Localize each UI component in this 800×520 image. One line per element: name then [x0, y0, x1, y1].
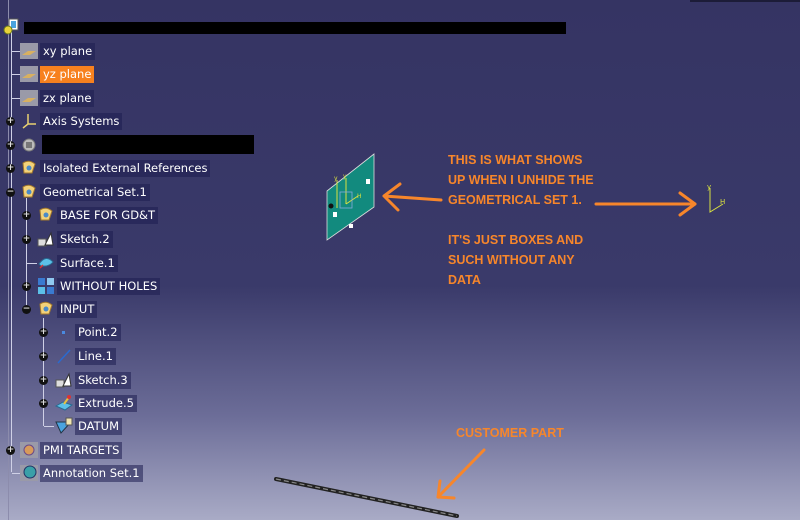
tree-item-xy-plane[interactable]: xy plane [20, 42, 96, 60]
tree-line [27, 263, 37, 264]
body-icon [22, 138, 36, 152]
tree-item-label: Axis Systems [40, 112, 123, 130]
plane-icon [20, 43, 38, 59]
tree-item-label: Sketch.3 [75, 371, 131, 389]
expand-icon[interactable]: + [22, 211, 31, 220]
note-line: UP WHEN I UNHIDE THE [448, 173, 594, 187]
tree-item-label: Geometrical Set.1 [40, 183, 150, 201]
note-line: DATA [448, 273, 481, 287]
axis-label-y: y [343, 173, 347, 180]
tree-item-base-for-gdt[interactable]: BASE FOR GD&T [37, 206, 159, 224]
tree-item-point-2[interactable]: Point.2 [55, 323, 121, 341]
plane-marker [349, 224, 353, 228]
tree-item-label: Isolated External References [40, 159, 211, 177]
expand-icon[interactable]: + [39, 376, 48, 385]
customer-part-geometry[interactable] [270, 470, 470, 520]
redacted-part-name [24, 22, 566, 34]
pmi-icon [20, 442, 38, 458]
expand-icon[interactable]: + [39, 328, 48, 337]
tree-item-zx-plane[interactable]: zx plane [20, 89, 95, 107]
plane-icon [20, 90, 38, 106]
expand-icon[interactable]: + [6, 141, 15, 150]
note-line: IT'S JUST BOXES AND [448, 233, 584, 247]
point-icon [62, 331, 65, 334]
annotation-note-customer-part: CUSTOMER PART [456, 426, 564, 440]
tree-item-datum[interactable]: DATUM [55, 417, 122, 435]
collapse-icon[interactable]: − [22, 305, 31, 314]
annotation-set-icon [20, 465, 38, 481]
geometrical-set-icon [39, 207, 53, 221]
sketch-icon [37, 231, 54, 247]
expand-icon[interactable]: + [39, 399, 48, 408]
extrude-icon [55, 395, 73, 411]
tree-item-label: Line.1 [75, 347, 116, 365]
tree-item-without-holes[interactable]: WITHOUT HOLES [37, 277, 161, 295]
axis-label-h: H [357, 193, 362, 200]
geometrical-set-icon [22, 160, 36, 174]
annotation-note-2: IT'S JUST BOXES AND SUCH WITHOUT ANY DAT… [448, 230, 583, 290]
origin-handle [328, 203, 334, 209]
tree-item-geometrical-set-1[interactable]: Geometrical Set.1 [20, 183, 150, 201]
axis-system-geometry[interactable]: y H [703, 182, 729, 216]
axis-label-h: H [720, 198, 725, 206]
expand-icon[interactable]: + [39, 352, 48, 361]
axis-label-y: y [334, 175, 338, 182]
tree-root[interactable] [2, 18, 22, 36]
tree-item-label: DATUM [75, 417, 122, 435]
tree-item-label: Surface.1 [57, 254, 118, 272]
redacted-body-name [42, 135, 254, 154]
tree-item-label: zx plane [40, 89, 95, 107]
note-line: THIS IS WHAT SHOWS [448, 153, 583, 167]
tree-item-label: Sketch.2 [57, 230, 113, 248]
note-line: SUCH WITHOUT ANY [448, 253, 575, 267]
expand-icon[interactable]: + [22, 235, 31, 244]
tree-item-label: xy plane [40, 42, 96, 60]
tree-item-annotation-set-1[interactable]: Annotation Set.1 [20, 464, 143, 482]
tree-item-label: PMI TARGETS [40, 441, 123, 459]
tree-item-label: BASE FOR GD&T [57, 206, 159, 224]
expand-icon[interactable]: + [22, 282, 31, 291]
expand-icon[interactable]: + [6, 164, 15, 173]
annotation-note-1: THIS IS WHAT SHOWS UP WHEN I UNHIDE THE … [448, 150, 594, 210]
collapse-icon[interactable]: − [6, 188, 15, 197]
datum-icon [55, 417, 73, 434]
tree-item-surface-1[interactable]: Surface.1 [37, 254, 118, 272]
note-line: GEOMETRICAL SET 1. [448, 193, 582, 207]
expand-icon[interactable]: + [6, 446, 15, 455]
3d-viewport[interactable]: xy plane yz plane zx plane + Axis System… [0, 0, 800, 520]
datum-plane-geometry[interactable]: y y H [322, 150, 378, 242]
tree-item-isolated-external-references[interactable]: Isolated External References [20, 159, 211, 177]
tree-item-line-1[interactable]: Line.1 [55, 347, 116, 365]
tree-item-yz-plane[interactable]: yz plane [20, 65, 95, 83]
plane-marker [333, 212, 337, 217]
arrow-right-icon [594, 191, 697, 217]
expand-icon[interactable]: + [6, 117, 15, 126]
geometrical-set-icon [22, 184, 36, 198]
tree-item-label: WITHOUT HOLES [57, 277, 161, 295]
tree-item-label: Extrude.5 [75, 394, 137, 412]
tree-item-label: INPUT [57, 300, 98, 318]
geometrical-set-icon [39, 301, 53, 315]
multi-result-icon [38, 278, 54, 294]
tree-item-label: yz plane [40, 65, 95, 83]
tree-item-sketch-2[interactable]: Sketch.2 [37, 230, 113, 248]
part-icon [3, 18, 19, 35]
tree-item-label: Annotation Set.1 [40, 464, 143, 482]
tree-item-pmi-targets[interactable]: PMI TARGETS [20, 441, 123, 459]
plane-icon [20, 66, 38, 82]
tree-item-extrude-5[interactable]: Extrude.5 [55, 394, 137, 412]
axis-label-y: y [707, 183, 711, 191]
line-icon [57, 349, 71, 364]
tree-item-label: Point.2 [75, 323, 121, 341]
top-toolbar-edge [690, 0, 800, 2]
plane-marker [366, 179, 370, 184]
tree-item-redacted-body[interactable] [20, 136, 40, 154]
tree-item-sketch-3[interactable]: Sketch.3 [55, 371, 131, 389]
sketch-icon [55, 372, 72, 388]
surface-icon [38, 258, 54, 269]
axis-system-icon [22, 114, 36, 129]
tree-line [44, 426, 54, 427]
tree-item-axis-systems[interactable]: Axis Systems [20, 112, 123, 130]
tree-item-input[interactable]: INPUT [37, 300, 98, 318]
